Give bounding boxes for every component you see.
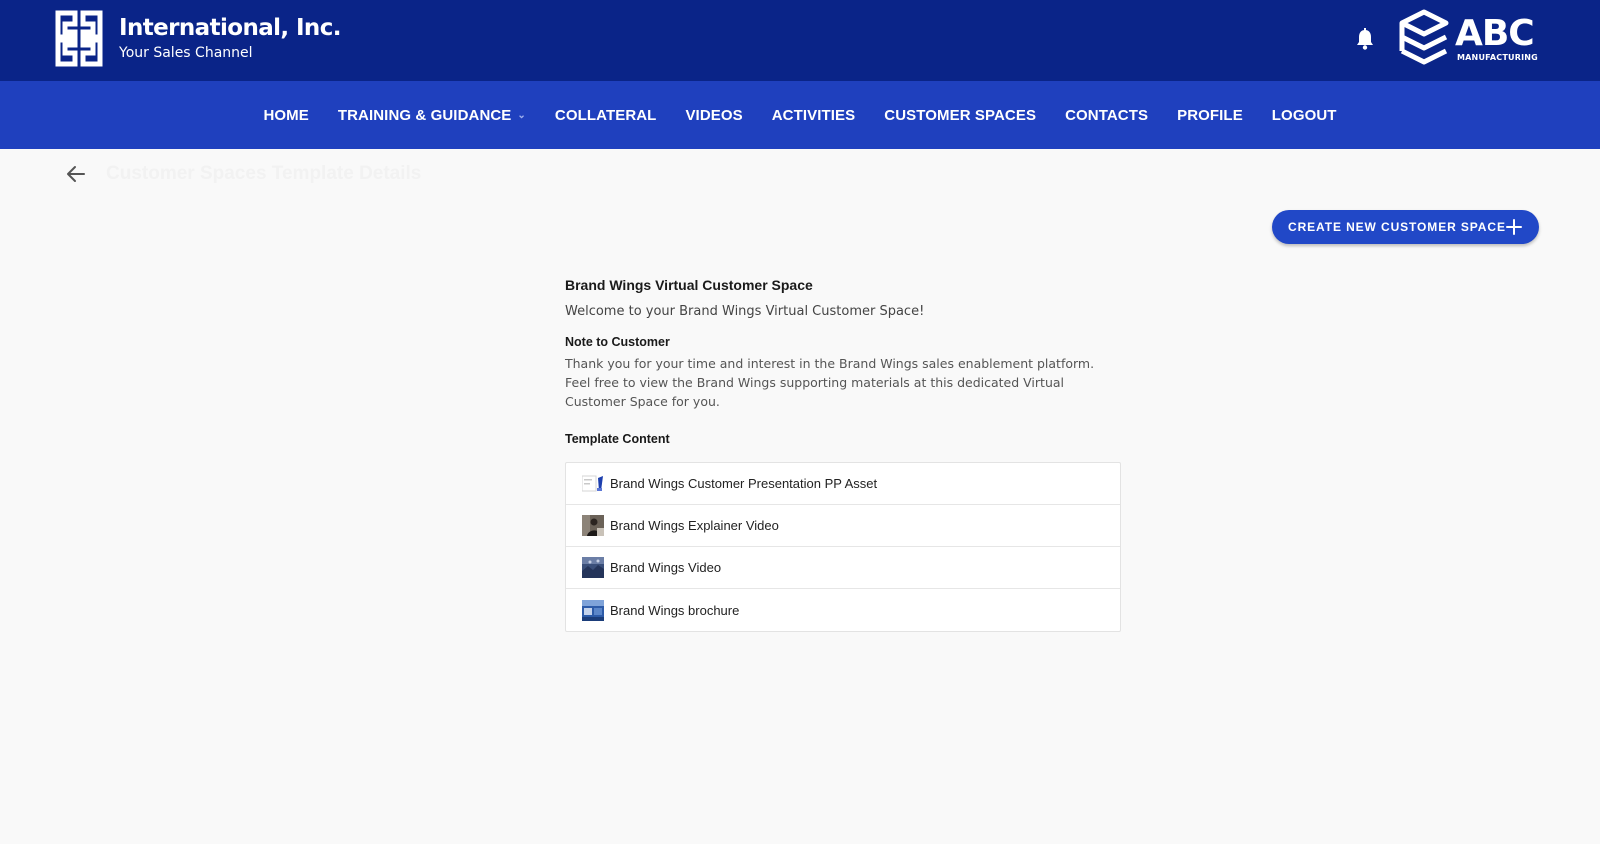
list-item-label: Brand Wings Explainer Video [610,518,779,533]
nav-training-guidance-label: TRAINING & GUIDANCE [337,106,512,124]
template-content-label: Template Content [565,432,670,446]
nav-logout[interactable]: LOGOUT [1257,107,1351,124]
main-nav: HOME TRAINING & GUIDANCE ⌄ COLLATERAL VID… [0,81,1600,149]
partner-logo-mark-icon [1399,9,1449,65]
create-new-customer-space-button[interactable]: CREATE NEW CUSTOMER SPACE [1272,210,1539,244]
nav-home-label: HOME [263,106,309,124]
notification-bell-icon[interactable] [1355,28,1375,50]
brand-mark-icon [55,10,103,67]
plus-icon [1506,219,1522,235]
partner-logo: ABC MANUFACTURING [1396,9,1538,69]
nav-home[interactable]: HOME [249,107,323,124]
video-thumbnail-icon [582,515,604,536]
note-label: Note to Customer [565,335,670,349]
brand-logo[interactable]: International, Inc. Your Sales Channel [55,10,341,67]
nav-activities-label: ACTIVITIES [771,106,856,124]
list-item-label: Brand Wings Video [610,560,722,575]
nav-customer-spaces[interactable]: CUSTOMER SPACES [870,107,1051,124]
page-title: Customer Spaces Template Details [106,163,422,184]
brand-name: International, Inc. [119,15,341,41]
space-title: Brand Wings Virtual Customer Space [565,277,813,293]
nav-profile-label: PROFILE [1177,106,1243,124]
list-item[interactable]: Brand Wings Video [566,547,1120,589]
top-header: International, Inc. Your Sales Channel A… [0,0,1600,81]
brochure-thumbnail-icon [582,599,604,621]
nav-training-guidance[interactable]: TRAINING & GUIDANCE ⌄ [323,107,540,124]
presentation-thumbnail-icon [582,475,603,492]
create-button-label: CREATE NEW CUSTOMER SPACE [1288,220,1506,234]
nav-collateral-label: COLLATERAL [554,106,657,124]
chevron-down-icon: ⌄ [517,109,526,121]
list-item-label: Brand Wings brochure [610,602,740,618]
list-item[interactable]: Brand Wings Customer Presentation PP Ass… [566,463,1120,505]
list-item[interactable]: Brand Wings brochure [566,589,1120,631]
nav-activities[interactable]: ACTIVITIES [757,107,870,124]
list-item-label: Brand Wings Customer Presentation PP Ass… [610,476,878,491]
brand-tagline: Your Sales Channel [119,45,253,61]
nav-customer-spaces-label: CUSTOMER SPACES [884,106,1037,124]
space-details: Brand Wings Virtual Customer Space Welco… [565,276,1121,632]
nav-contacts[interactable]: CONTACTS [1051,107,1163,124]
nav-collateral[interactable]: COLLATERAL [540,107,671,124]
welcome-message: Welcome to your Brand Wings Virtual Cust… [565,304,925,319]
template-content-list: Brand Wings Customer Presentation PP Ass… [565,462,1121,632]
nav-profile[interactable]: PROFILE [1163,107,1258,124]
nav-videos[interactable]: VIDEOS [671,107,757,124]
list-item[interactable]: Brand Wings Explainer Video [566,505,1120,547]
partner-logo-subtext: MANUFACTURING [1457,53,1538,62]
nav-logout-label: LOGOUT [1271,106,1337,124]
nav-contacts-label: CONTACTS [1065,106,1149,124]
nav-videos-label: VIDEOS [685,106,743,124]
video-thumbnail-icon [582,557,604,578]
note-text: Thank you for your time and interest in … [565,356,1095,409]
partner-logo-text: ABC [1455,13,1535,54]
back-arrow-icon[interactable] [66,165,86,183]
